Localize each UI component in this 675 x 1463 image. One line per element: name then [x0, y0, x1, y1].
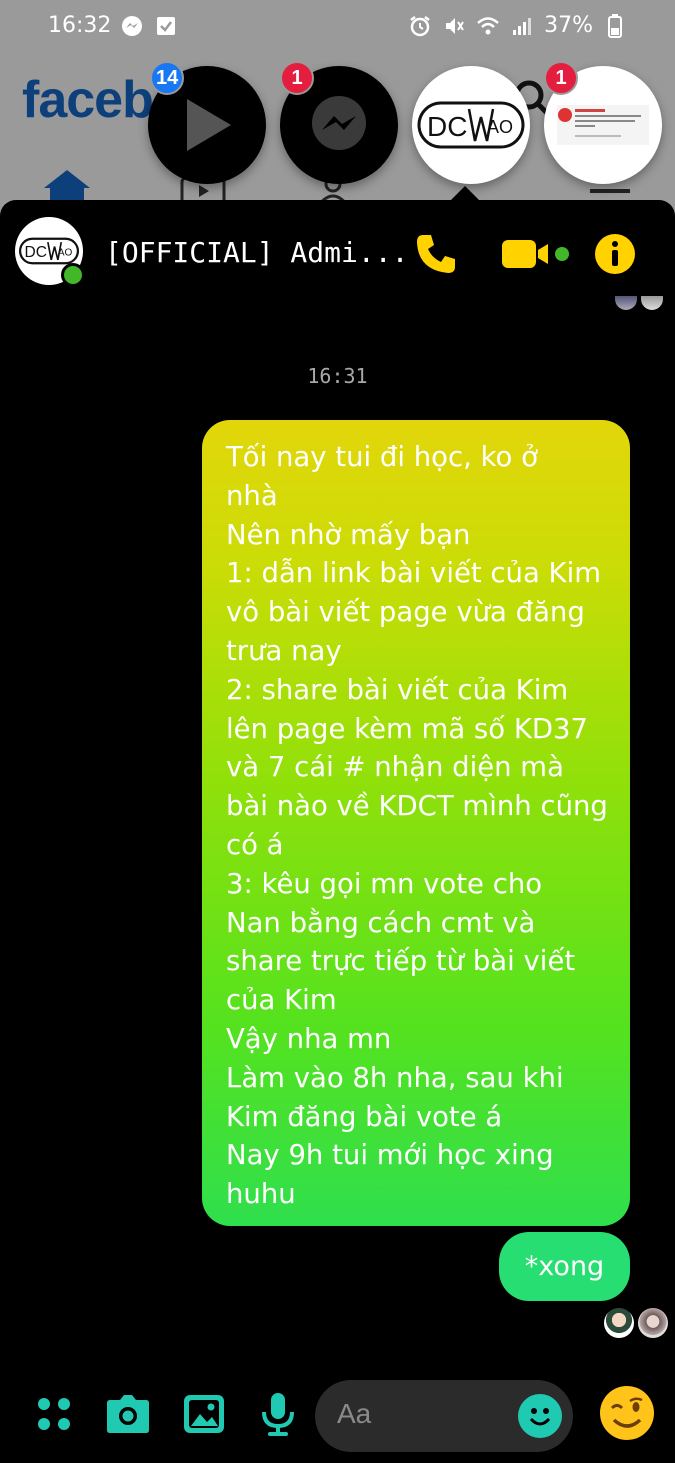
avatar[interactable]: DC AO — [15, 217, 85, 287]
voice-call-button[interactable] — [410, 228, 462, 280]
voice-message-button[interactable] — [254, 1390, 302, 1438]
seen-avatar — [604, 1308, 634, 1338]
message-line: trưa nay — [226, 634, 342, 667]
more-actions-button[interactable] — [30, 1390, 78, 1438]
message-line: có á — [226, 828, 284, 861]
message-line: nhà — [226, 479, 278, 512]
message-line: share trực tiếp từ bài viết — [226, 945, 576, 978]
chat-title[interactable]: [OFFICIAL] Admi... — [105, 236, 408, 269]
message-line: lên page kèm mã số KD37 — [226, 712, 589, 745]
play-icon — [187, 99, 231, 151]
panel-pointer — [451, 186, 479, 200]
message-line: Làm vào 8h nha, sau khi — [226, 1061, 564, 1094]
gallery-icon — [184, 1395, 224, 1433]
wink-emoji-icon — [600, 1386, 654, 1440]
message-line: 2: share bài viết của Kim — [226, 673, 569, 706]
message-line: Nay 9h tui mới học xing — [226, 1139, 554, 1172]
info-icon — [595, 234, 635, 274]
chat-head-messenger[interactable]: 1 — [280, 61, 398, 184]
chat-head-dcwao[interactable]: DC AO — [412, 66, 530, 184]
emoji-button[interactable] — [518, 1394, 562, 1438]
battery-icon — [603, 13, 627, 38]
signal-icon — [510, 14, 534, 38]
wifi-icon — [476, 14, 500, 38]
dcwao-logo-icon: DC AO — [417, 101, 525, 149]
read-receipts — [604, 1308, 668, 1338]
message-bubble[interactable]: Tối nay tui đi học, ko ở nhà Nên nhờ mấy… — [202, 420, 630, 1226]
svg-text:AO: AO — [487, 117, 513, 137]
post-thumbnail-icon — [557, 105, 649, 145]
facebook-logo: faceb — [22, 71, 154, 129]
menu-tab-icon — [590, 189, 630, 193]
seen-avatar — [615, 296, 637, 310]
chat-head-video[interactable]: 14 — [148, 61, 266, 184]
emoji-icon — [529, 1408, 551, 1426]
message-line: Tối nay tui đi học, ko ở — [226, 441, 538, 473]
svg-text:DC: DC — [25, 244, 47, 261]
status-time: 16:32 — [48, 13, 112, 38]
message-line: của Kim — [226, 984, 337, 1017]
menu-dots-icon — [38, 1398, 70, 1430]
video-call-button[interactable] — [500, 228, 574, 280]
message-timestamp: 16:31 — [307, 364, 368, 388]
camera-icon — [107, 1395, 149, 1433]
svg-text:DC: DC — [427, 111, 467, 142]
message-line: bài nào về KDCT mình cũng — [226, 790, 608, 823]
notification-badge: 1 — [544, 61, 578, 95]
gallery-button[interactable] — [180, 1390, 228, 1438]
notification-badge: 1 — [280, 61, 314, 95]
camera-button[interactable] — [104, 1390, 152, 1438]
notification-badge: 14 — [150, 61, 185, 95]
seen-avatar — [638, 1308, 668, 1338]
status-bar: 16:32 37% — [0, 0, 675, 54]
message-line: Nên nhờ mấy bạn — [226, 518, 471, 551]
message-bubble-followup[interactable]: *xong — [499, 1232, 630, 1301]
seen-avatar — [641, 296, 663, 310]
message-line: Vậy nha mn — [226, 1022, 392, 1055]
svg-text:AO: AO — [58, 247, 73, 258]
home-icon — [44, 170, 90, 200]
quick-reaction-button[interactable] — [598, 1384, 656, 1442]
video-camera-icon — [502, 240, 569, 268]
message-input-placeholder: Aa — [337, 1398, 372, 1429]
message-line: Nan bằng cách cmt và — [226, 906, 536, 939]
messenger-icon — [312, 96, 366, 150]
microphone-icon — [262, 1393, 294, 1436]
phone-icon — [417, 235, 455, 273]
alarm-icon — [408, 14, 432, 38]
read-receipts-top — [615, 296, 663, 310]
message-line: 3: kêu gọi mn vote cho — [226, 867, 543, 900]
message-line: và 7 cái # nhận diện mà — [226, 751, 564, 784]
message-line: Kim đăng bài vote á — [226, 1100, 503, 1133]
mute-icon — [442, 14, 466, 38]
info-button[interactable] — [592, 228, 638, 280]
message-line: 1: dẫn link bài viết của Kim — [226, 557, 602, 590]
check-box-icon — [154, 14, 178, 38]
messenger-icon — [120, 14, 144, 38]
online-indicator — [61, 263, 85, 287]
message-line: vô bài viết page vừa đăng — [226, 596, 585, 629]
message-line: huhu — [226, 1178, 296, 1211]
chat-head-post-preview[interactable]: 1 — [544, 61, 662, 184]
battery-percent: 37% — [544, 13, 593, 38]
